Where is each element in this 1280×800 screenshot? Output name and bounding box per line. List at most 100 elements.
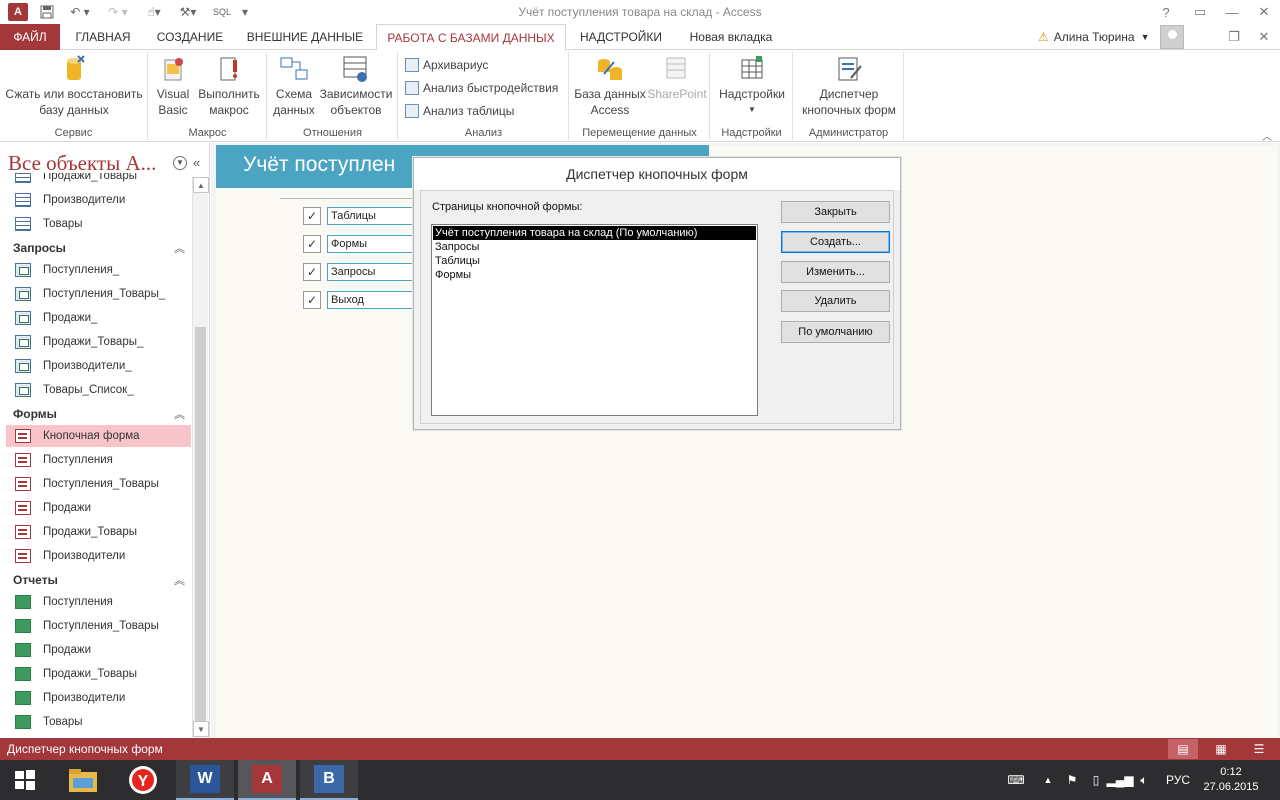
- nav-item[interactable]: Производители: [6, 545, 191, 567]
- nav-category-header[interactable]: Отчеты ︽: [13, 570, 185, 590]
- keyboard-icon[interactable]: ⌨: [1000, 760, 1032, 800]
- tab-addins[interactable]: НАДСТРОЙКИ: [572, 24, 670, 50]
- nav-item[interactable]: Продажи_Товары_: [6, 331, 191, 353]
- set-default-button[interactable]: По умолчанию: [781, 321, 890, 343]
- list-item[interactable]: Учёт поступления товара на склад (По умо…: [433, 226, 756, 240]
- user-account[interactable]: ⚠ Алина Тюрина ▼: [1038, 24, 1150, 50]
- clock[interactable]: 0:12 27.06.2015: [1196, 765, 1266, 795]
- report-icon: [15, 667, 31, 681]
- nav-item[interactable]: Поступления_Товары: [6, 615, 191, 637]
- tray-expand-icon[interactable]: ▲: [1040, 760, 1056, 800]
- nav-category-header[interactable]: Формы ︽: [13, 404, 185, 424]
- language-indicator[interactable]: РУС: [1162, 760, 1194, 800]
- switchboard-item-label: Таблицы: [327, 207, 415, 225]
- addins-button[interactable]: Надстройки ▼: [715, 54, 789, 118]
- nav-item[interactable]: Продажи_: [6, 307, 191, 329]
- taskbar-explorer[interactable]: [54, 760, 112, 800]
- compact-repair-button[interactable]: Сжать или восстановить базу данных: [4, 54, 144, 118]
- nav-item[interactable]: Продажи: [6, 639, 191, 661]
- layout-view-icon[interactable]: ▦: [1206, 739, 1236, 759]
- switchboard-button-icon[interactable]: ✓: [303, 235, 321, 253]
- close-doc-button[interactable]: ✕: [1248, 27, 1280, 47]
- scroll-up-icon[interactable]: ▲: [193, 177, 209, 193]
- tab-new[interactable]: Новая вкладка: [680, 24, 782, 50]
- taskbar-yandex[interactable]: Y: [114, 760, 172, 800]
- nav-item[interactable]: Продажи_Товары: [6, 173, 191, 187]
- minimize-button[interactable]: —: [1216, 2, 1248, 22]
- relationships-button[interactable]: Схема данных: [272, 54, 316, 118]
- help-button[interactable]: ?: [1150, 2, 1182, 22]
- close-button[interactable]: ✕: [1248, 2, 1280, 22]
- nav-scrollbar[interactable]: ▲ ▼: [192, 177, 209, 737]
- visual-basic-button[interactable]: Visual Basic: [153, 54, 193, 118]
- taskbar-word[interactable]: W: [176, 760, 234, 800]
- object-dependencies-button[interactable]: Зависимости объектов: [318, 54, 394, 118]
- analyze-performance-button[interactable]: Анализ быстродействия: [405, 78, 558, 98]
- edit-button[interactable]: Изменить...: [781, 261, 890, 283]
- ribbon-options-button[interactable]: ▭: [1184, 2, 1216, 22]
- action-center-icon[interactable]: ⚑: [1062, 760, 1082, 800]
- tab-file[interactable]: ФАЙЛ: [0, 24, 60, 50]
- chevron-up-icon[interactable]: ︽: [174, 406, 185, 422]
- nav-item[interactable]: Поступления: [6, 591, 191, 613]
- nav-item[interactable]: Товары: [6, 711, 191, 733]
- nav-item[interactable]: Поступления_Товары: [6, 473, 191, 495]
- nav-item[interactable]: Производители: [6, 189, 191, 211]
- battery-icon[interactable]: ▯: [1086, 760, 1106, 800]
- start-button[interactable]: [0, 760, 50, 800]
- nav-menu-icon[interactable]: ▼: [173, 156, 187, 170]
- pages-list[interactable]: Учёт поступления товара на склад (По умо…: [431, 224, 758, 416]
- chevron-up-icon[interactable]: ︽: [174, 240, 185, 256]
- close-dialog-button[interactable]: Закрыть: [781, 201, 890, 223]
- signal-icon[interactable]: ▂▄▆: [1107, 760, 1134, 800]
- switchboard-button-icon[interactable]: ✓: [303, 263, 321, 281]
- run-line2: макрос: [209, 103, 249, 117]
- nav-item[interactable]: Продажи_Товары: [6, 521, 191, 543]
- scroll-thumb[interactable]: [195, 327, 206, 727]
- access-database-button[interactable]: База данных Access: [574, 54, 646, 118]
- database-documenter-button[interactable]: Архивариус: [405, 55, 488, 75]
- avatar[interactable]: [1160, 25, 1184, 49]
- nav-item-label: Производители: [43, 692, 126, 704]
- switchboard-manager-button[interactable]: Диспетчер кнопочных форм: [796, 54, 902, 118]
- taskbar-access[interactable]: A: [238, 760, 296, 800]
- tab-create[interactable]: СОЗДАНИЕ: [148, 24, 232, 50]
- nav-item[interactable]: Кнопочная форма: [6, 425, 191, 447]
- dialog-title[interactable]: Диспетчер кнопочных форм: [414, 158, 900, 190]
- nav-item[interactable]: Продажи_Товары: [6, 663, 191, 685]
- list-item[interactable]: Формы: [433, 268, 756, 282]
- nav-item[interactable]: Товары_Список_: [6, 379, 191, 401]
- scroll-down-icon[interactable]: ▼: [193, 721, 209, 737]
- list-item[interactable]: Таблицы: [433, 254, 756, 268]
- restore-doc-button[interactable]: ❐: [1218, 27, 1250, 47]
- tab-home[interactable]: ГЛАВНАЯ: [64, 24, 142, 50]
- nav-item[interactable]: Товары: [6, 213, 191, 235]
- nav-item[interactable]: Поступления: [6, 449, 191, 471]
- nav-item[interactable]: Поступления_Товары_: [6, 283, 191, 305]
- form-view-icon[interactable]: ▤: [1168, 739, 1198, 759]
- collapse-ribbon-icon[interactable]: ︿: [1262, 128, 1272, 143]
- design-view-icon[interactable]: ☰: [1244, 739, 1274, 759]
- nav-collapse-icon[interactable]: «: [193, 155, 200, 170]
- tab-external-data[interactable]: ВНЕШНИЕ ДАННЫЕ: [240, 24, 370, 50]
- switchboard-button-icon[interactable]: ✓: [303, 207, 321, 225]
- switchboard-button-icon[interactable]: ✓: [303, 291, 321, 309]
- create-button[interactable]: Создать...: [781, 231, 890, 253]
- nav-item-label: Продажи_: [43, 312, 98, 324]
- nav-item[interactable]: Производители_: [6, 355, 191, 377]
- run-macro-button[interactable]: Выполнить макрос: [195, 54, 263, 118]
- chevron-up-icon[interactable]: ︽: [174, 572, 185, 588]
- nav-item[interactable]: Поступления_: [6, 259, 191, 281]
- documenter-icon: [405, 58, 419, 72]
- taskbar-vb[interactable]: B: [300, 760, 358, 800]
- volume-icon[interactable]: 🔈︎: [1134, 760, 1154, 800]
- nav-category-header[interactable]: Запросы ︽: [13, 238, 185, 258]
- tab-database-tools[interactable]: РАБОТА С БАЗАМИ ДАННЫХ: [376, 24, 566, 51]
- delete-button[interactable]: Удалить: [781, 290, 890, 312]
- nav-item[interactable]: Продажи: [6, 497, 191, 519]
- list-item[interactable]: Запросы: [433, 240, 756, 254]
- nav-item[interactable]: Производители: [6, 687, 191, 709]
- sharepoint-button[interactable]: SharePoint: [646, 54, 708, 102]
- analyze-table-button[interactable]: Анализ таблицы: [405, 101, 514, 121]
- access-database-icon: [594, 54, 626, 84]
